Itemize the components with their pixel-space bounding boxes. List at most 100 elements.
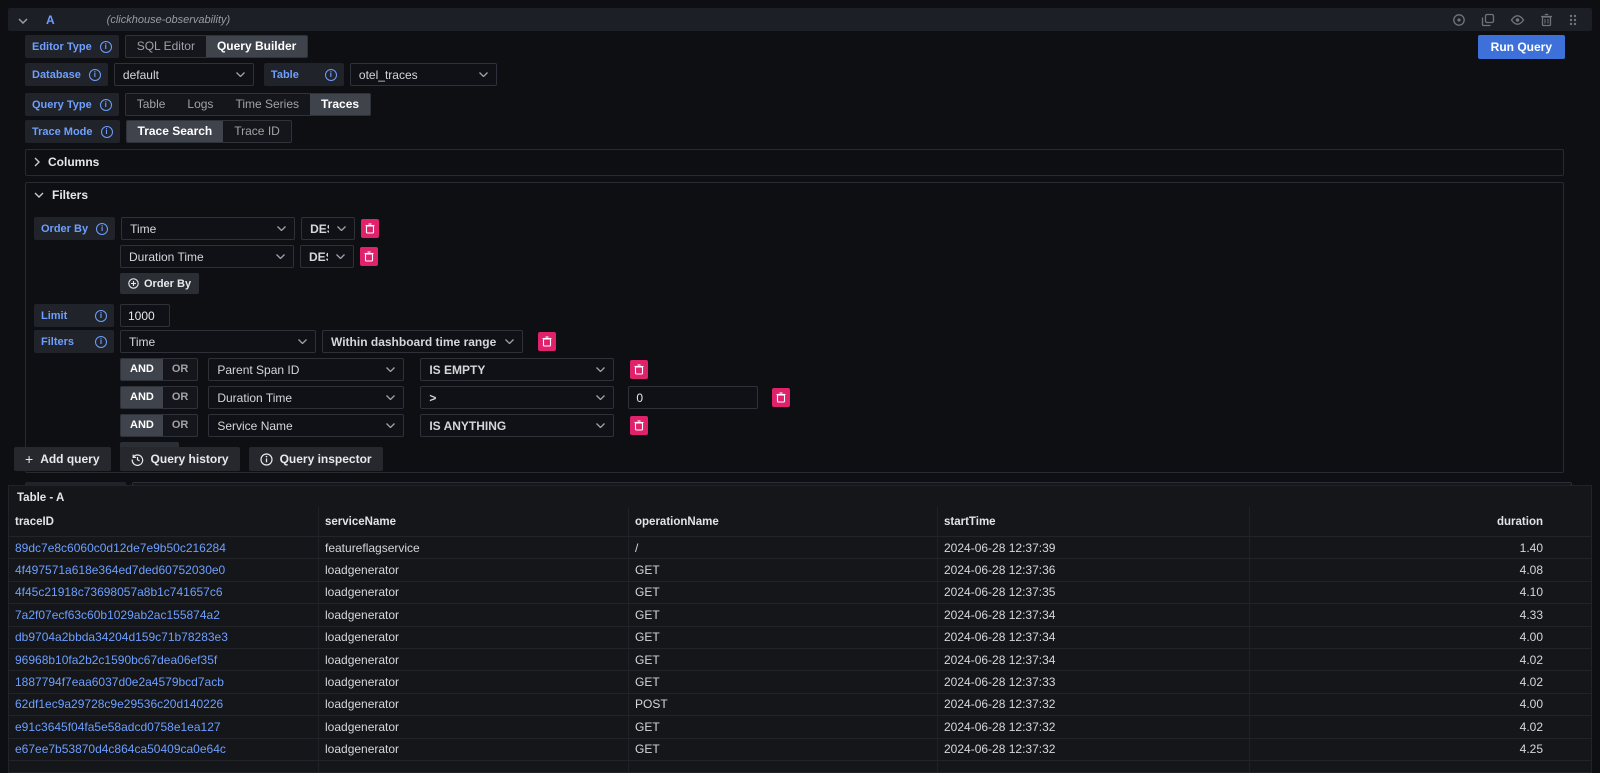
column-header-servicename[interactable]: serviceName [318,507,628,536]
duration-cell: 4.25 [1249,739,1591,760]
start-time-cell: 2024-06-28 12:37:32 [937,716,1249,737]
trace-id-option[interactable]: Trace ID [223,121,291,142]
or-option[interactable]: OR [163,387,198,408]
order-by-field-select[interactable]: Time [121,217,295,240]
start-time-cell: 2024-06-28 12:37:36 [937,559,1249,580]
trace-id-link[interactable]: 4f497571a618e364ed7ded60752030e0 [9,563,318,577]
hide-response-eye-icon[interactable] [1510,13,1525,27]
order-by-field-select[interactable]: Duration Time [120,245,294,268]
query-type-row: Query Type i Table Logs Time Series Trac… [25,93,1592,116]
database-label-chip: Database i [25,63,108,86]
query-inspector-button[interactable]: Query inspector [249,447,383,471]
trace-id-link[interactable]: 1887794f7eaa6037d0e2a4579bcd7acb [9,675,318,689]
editor-type-row: Editor Type i SQL Editor Query Builder R… [25,35,1592,59]
table-header-row: traceID serviceName operationName startT… [9,507,1591,536]
filter-operator-select[interactable]: Within dashboard time range [322,330,523,353]
remove-filter-button[interactable] [772,388,790,407]
add-order-by-row: Order By [120,273,1555,294]
columns-section: Columns [25,149,1564,176]
filter-field-select[interactable]: Duration Time [208,386,404,409]
column-header-traceid[interactable]: traceID [9,516,318,528]
info-icon[interactable]: i [101,126,113,138]
filter-operator-select[interactable]: IS EMPTY [420,358,614,381]
trace-id-link[interactable]: 96968b10fa2b2c1590bc67dea06ef35f [9,653,318,667]
duration-cell: 4.02 [1249,716,1591,737]
query-row-header[interactable]: A (clickhouse-observability) [8,8,1592,31]
filter-operator-select[interactable]: IS ANYTHING [420,414,614,437]
order-by-direction-select[interactable]: DESC [301,217,355,240]
conjunction-toggle: AND OR [120,386,198,409]
record-icon[interactable] [1452,13,1466,27]
query-type-time-series[interactable]: Time Series [224,94,310,115]
collapse-chevron-icon[interactable] [18,13,28,27]
columns-section-title: Columns [48,155,99,169]
info-icon[interactable]: i [325,69,337,81]
trace-id-link[interactable]: 89dc7e8c6060c0d12de7e9b50c216284 [9,541,318,555]
remove-order-by-button[interactable] [360,247,378,266]
info-icon[interactable]: i [100,41,112,53]
column-header-starttime[interactable]: startTime [937,507,1249,536]
filter-value-input[interactable] [628,386,758,409]
info-icon[interactable]: i [95,310,107,322]
or-option[interactable]: OR [163,359,198,380]
conjunction-toggle: AND OR [120,414,198,437]
filters-section-header[interactable]: Filters [34,187,1555,203]
column-header-duration[interactable]: duration [1249,507,1591,536]
trace-id-link[interactable]: 62df1ec9a29728c9e29536c20d140226 [9,697,318,711]
remove-filter-button[interactable] [630,360,648,379]
chevron-down-icon [34,192,44,198]
and-option[interactable]: AND [121,387,163,408]
trace-mode-toggle: Trace Search Trace ID [126,120,292,143]
query-builder-option[interactable]: Query Builder [206,36,307,57]
order-by-row-1: Order By i Time DESC [34,217,1555,240]
info-icon[interactable]: i [95,336,107,348]
filter-field-select[interactable]: Time [120,330,316,353]
and-option[interactable]: AND [121,359,163,380]
table-row: 4f497571a618e364ed7ded60752030e0 loadgen… [9,558,1591,580]
and-option[interactable]: AND [121,415,163,436]
sql-editor-option[interactable]: SQL Editor [126,36,206,57]
table-row: 4f45c21918c73698057a8b1c741657c6 loadgen… [9,581,1591,603]
database-table-row: Database i default Table i otel_traces [25,63,1592,86]
order-by-label: Order By [41,223,88,235]
info-icon[interactable]: i [96,223,108,235]
start-time-cell: 2024-06-28 12:37:35 [937,582,1249,603]
drag-handle-icon[interactable] [1568,13,1578,27]
add-query-button[interactable]: + Add query [14,447,111,471]
remove-filter-button[interactable] [538,332,556,351]
or-option[interactable]: OR [163,415,198,436]
filter-field-select[interactable]: Parent Span ID [208,358,404,381]
service-name-cell: loadgenerator [318,694,628,715]
database-select[interactable]: default [114,63,254,86]
start-time-cell: 2024-06-28 12:37:39 [937,537,1249,558]
add-order-by-button[interactable]: Order By [120,273,199,294]
trace-search-option[interactable]: Trace Search [127,121,224,142]
remove-filter-button[interactable] [630,416,648,435]
info-icon[interactable]: i [100,99,112,111]
remove-query-trash-icon[interactable] [1540,13,1553,27]
run-query-button[interactable]: Run Query [1478,35,1565,59]
remove-order-by-button[interactable] [361,219,379,238]
query-type-logs[interactable]: Logs [176,94,224,115]
trace-id-link[interactable]: 7a2f07ecf63c60b1029ab2ac155874a2 [9,608,318,622]
duplicate-query-icon[interactable] [1481,13,1495,27]
trace-id-link[interactable]: 4f45c21918c73698057a8b1c741657c6 [9,585,318,599]
order-by-direction-select[interactable]: DESC [300,245,354,268]
column-header-operationname[interactable]: operationName [628,507,937,536]
service-name-cell: loadgenerator [318,739,628,760]
duration-cell: 4.00 [1249,627,1591,648]
filter-operator-select[interactable]: > [420,386,614,409]
table-select[interactable]: otel_traces [350,63,497,86]
duration-cell: 4.02 [1249,671,1591,692]
info-icon[interactable]: i [89,69,101,81]
query-type-traces[interactable]: Traces [310,94,370,115]
columns-section-header[interactable]: Columns [34,154,1555,170]
query-type-table[interactable]: Table [126,94,177,115]
trace-id-link[interactable]: e67ee7b53870d4c864ca50409ca0e64c [9,742,318,756]
trace-id-link[interactable]: e91c3645f04fa5e58adcd0758e1ea127 [9,720,318,734]
filter-field-select[interactable]: Service Name [208,414,404,437]
trace-id-link[interactable]: db9704a2bbda34204d159c71b78283e3 [9,630,318,644]
results-table-panel: Table - A traceID serviceName operationN… [8,485,1592,773]
limit-input[interactable] [120,304,170,327]
query-history-button[interactable]: Query history [120,447,240,471]
